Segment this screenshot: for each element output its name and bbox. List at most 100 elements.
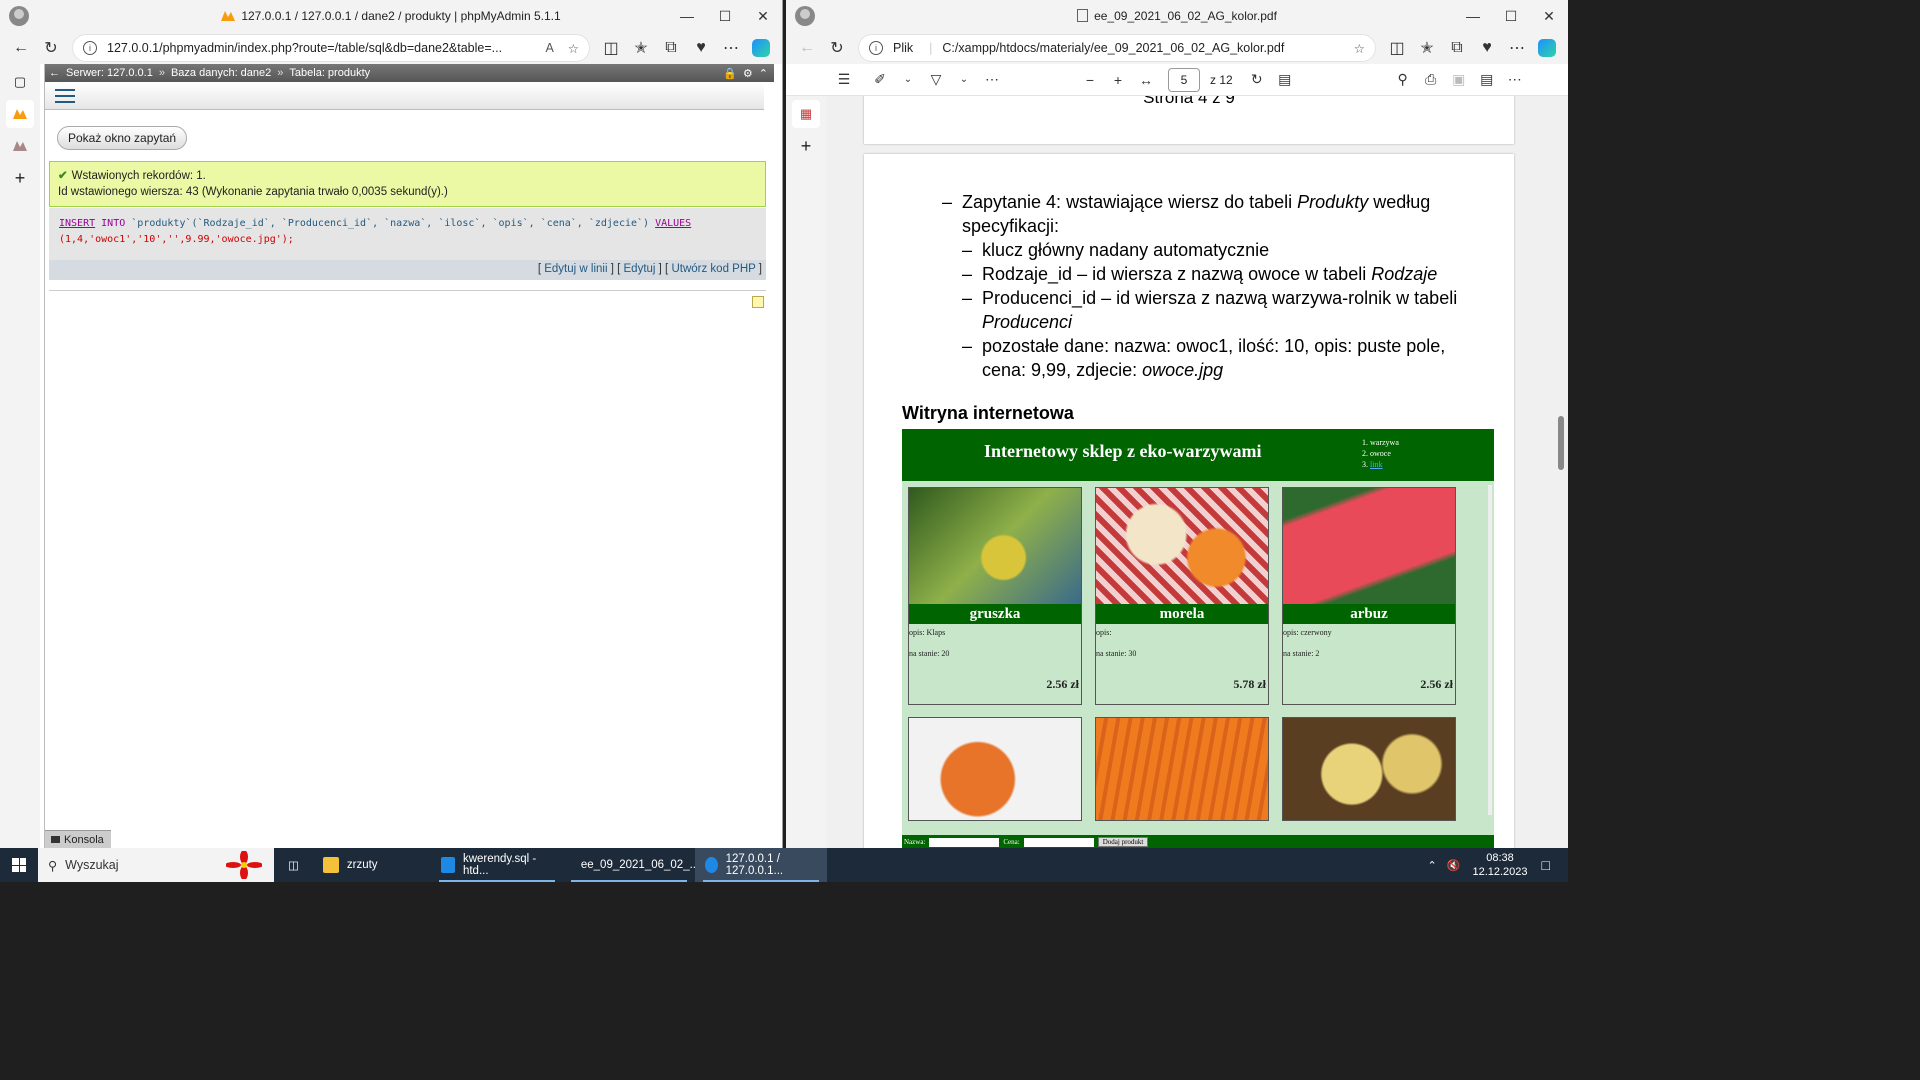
more-menu-icon[interactable]: ⋯ — [716, 34, 746, 62]
nav-link[interactable]: link — [1370, 460, 1382, 469]
search-icon[interactable]: ⚲ — [1389, 66, 1417, 94]
new-tab-plus-icon[interactable]: + — [6, 164, 34, 192]
page-view-icon[interactable]: ▤ — [1271, 66, 1299, 94]
maximize-button[interactable]: ☐ — [706, 0, 744, 32]
vertical-tabs-sidebar: ▢ + — [0, 64, 40, 848]
tab-phpmyadmin-icon[interactable] — [6, 100, 34, 128]
url-field[interactable]: i 127.0.0.1/phpmyadmin/index.php?route=/… — [72, 34, 590, 62]
split-screen-icon[interactable]: ◫ — [596, 34, 626, 62]
more-tools-icon[interactable]: ⋯ — [978, 66, 1006, 94]
zoom-in-icon[interactable]: + — [1104, 66, 1132, 94]
pdf-file-icon — [1077, 9, 1089, 22]
draw-icon[interactable]: ▽ — [922, 66, 950, 94]
copilot-icon[interactable] — [1532, 34, 1562, 62]
sql-keyword-values[interactable]: VALUES — [655, 218, 691, 229]
close-button[interactable]: ✕ — [1530, 0, 1568, 32]
copilot-icon[interactable] — [746, 34, 776, 62]
browser-essentials-icon[interactable]: ♥ — [686, 34, 716, 62]
pdf-scrollbar-thumb[interactable] — [1558, 416, 1564, 470]
page-number-input[interactable]: 5 — [1168, 67, 1200, 92]
edit-link[interactable]: Edytuj — [624, 263, 656, 275]
favorite-star-icon[interactable]: ☆ — [1354, 41, 1365, 56]
save-icon[interactable]: ▣ — [1445, 66, 1473, 94]
taskbar-item-edge-pma[interactable]: 127.0.0.1 / 127.0.0.1... — [694, 848, 827, 882]
minimize-button[interactable]: — — [668, 0, 706, 32]
pdf-viewer[interactable]: Strona 4 z 9 Zapytanie 4: wstawiające wi… — [826, 96, 1568, 848]
breadcrumb-database[interactable]: Baza danych: dane2 — [171, 67, 271, 79]
windows-logo-icon — [12, 858, 26, 872]
lock-icon[interactable]: 🔒 — [723, 67, 737, 80]
refresh-icon[interactable]: ↻ — [36, 34, 66, 62]
pdf-more-icon[interactable]: ⋯ — [1501, 66, 1529, 94]
clock[interactable]: 08:38 12.12.2023 — [1472, 851, 1527, 879]
edit-inline-link[interactable]: Edytuj w linii — [544, 263, 607, 275]
settings-gear-icon[interactable]: ⚙ — [743, 67, 753, 80]
favorite-star-icon[interactable]: ☆ — [568, 41, 579, 56]
notes-icon[interactable] — [752, 296, 764, 308]
profile-avatar-icon[interactable] — [9, 6, 29, 26]
taskbar-item-edge-pdf[interactable]: ee_09_2021_06_02_... — [563, 848, 699, 882]
minimize-button[interactable]: — — [1454, 0, 1492, 32]
url-field[interactable]: i Plik | C:/xampp/htdocs/materialy/ee_09… — [858, 34, 1376, 62]
taskbar-item-vscode[interactable]: kwerendy.sql - htd... — [431, 848, 563, 882]
new-tab-plus-icon[interactable]: + — [792, 132, 820, 160]
start-button[interactable] — [0, 848, 38, 882]
form-name-input[interactable] — [929, 837, 1000, 847]
collections-icon[interactable]: ⧉ — [656, 34, 686, 62]
info-icon[interactable]: i — [83, 41, 97, 55]
show-query-window-button[interactable]: Pokaż okno zapytań — [57, 126, 188, 150]
site-scrollbar[interactable] — [1488, 485, 1492, 815]
product-name: arbuz — [1283, 604, 1455, 624]
print-icon[interactable]: ⎙ — [1417, 66, 1445, 94]
rotate-icon[interactable]: ↻ — [1243, 66, 1271, 94]
taskbar-search[interactable]: ⚲ Wyszukaj — [38, 848, 274, 882]
info-icon[interactable]: i — [869, 41, 883, 55]
tab-pdf-icon[interactable]: ▦ — [792, 100, 820, 128]
tab-phpmyadmin-2-icon[interactable] — [6, 132, 34, 160]
maximize-button[interactable]: ☐ — [1492, 0, 1530, 32]
task-view-icon[interactable]: ◫ — [274, 848, 313, 882]
profile-avatar-icon[interactable] — [795, 6, 815, 26]
split-screen-icon[interactable]: ◫ — [1382, 34, 1412, 62]
sql-table-columns: `produkty`(`Rodzaje_id`, `Producenci_id`… — [131, 218, 650, 229]
collapse-top-icon[interactable]: ⌃ — [759, 67, 768, 80]
notifications-icon[interactable]: □ — [1542, 857, 1550, 873]
browser-essentials-icon[interactable]: ♥ — [1472, 34, 1502, 62]
save-as-icon[interactable]: ▤ — [1473, 66, 1501, 94]
favorites-icon[interactable]: ✭ — [626, 34, 656, 62]
back-arrow-icon[interactable]: ← — [6, 34, 36, 62]
contents-list-icon[interactable]: ☰ — [830, 66, 858, 94]
create-php-code-link[interactable]: Utwórz kod PHP — [671, 263, 755, 275]
draw-dropdown-icon[interactable]: ⌄ — [950, 66, 978, 94]
title-bar[interactable]: 127.0.0.1 / 127.0.0.1 / dane2 / produkty… — [0, 0, 782, 32]
breadcrumb-server[interactable]: Serwer: 127.0.0.1 — [66, 67, 153, 79]
form-price-input[interactable] — [1023, 837, 1094, 847]
tab-actions-icon[interactable]: ▢ — [6, 68, 34, 96]
read-aloud-icon[interactable]: A — [545, 41, 553, 55]
taskbar-item-folder[interactable]: zrzuty — [313, 848, 431, 882]
pdf-page-previous: Strona 4 z 9 — [864, 96, 1514, 144]
refresh-icon[interactable]: ↻ — [822, 34, 852, 62]
browser-window-pdf: ee_09_2021_06_02_AG_kolor.pdf — ☐ ✕ ← ↻ … — [786, 0, 1568, 848]
collections-icon[interactable]: ⧉ — [1442, 34, 1472, 62]
close-button[interactable]: ✕ — [744, 0, 782, 32]
sql-keyword-insert[interactable]: INSERT — [59, 218, 95, 229]
sql-values-line: (1,4,'owoc1','10','',9.99,'owoce.jpg'); — [59, 234, 294, 245]
product-description: opis: Klaps — [909, 628, 946, 637]
breadcrumb-table[interactable]: Tabela: produkty — [289, 67, 370, 79]
favorites-icon[interactable]: ✭ — [1412, 34, 1442, 62]
highlight-dropdown-icon[interactable]: ⌄ — [894, 66, 922, 94]
more-menu-icon[interactable]: ⋯ — [1502, 34, 1532, 62]
add-product-button[interactable]: Dodaj produkt — [1097, 837, 1149, 847]
fit-page-icon[interactable]: ↔ — [1132, 66, 1160, 94]
collapse-arrow-icon[interactable]: ← — [49, 67, 60, 79]
tray-chevron-icon[interactable]: ⌃ — [1428, 859, 1437, 872]
hamburger-menu-icon[interactable] — [55, 88, 75, 103]
highlight-icon[interactable]: ✐ — [866, 66, 894, 94]
console-toggle[interactable]: Konsola — [45, 830, 111, 848]
title-bar[interactable]: ee_09_2021_06_02_AG_kolor.pdf — ☐ ✕ — [786, 0, 1568, 32]
back-arrow-icon[interactable]: ← — [792, 34, 822, 62]
volume-muted-icon[interactable]: 🔇 — [1447, 859, 1461, 872]
form-price-label: Cena: — [1003, 838, 1020, 846]
zoom-out-icon[interactable]: − — [1076, 66, 1104, 94]
